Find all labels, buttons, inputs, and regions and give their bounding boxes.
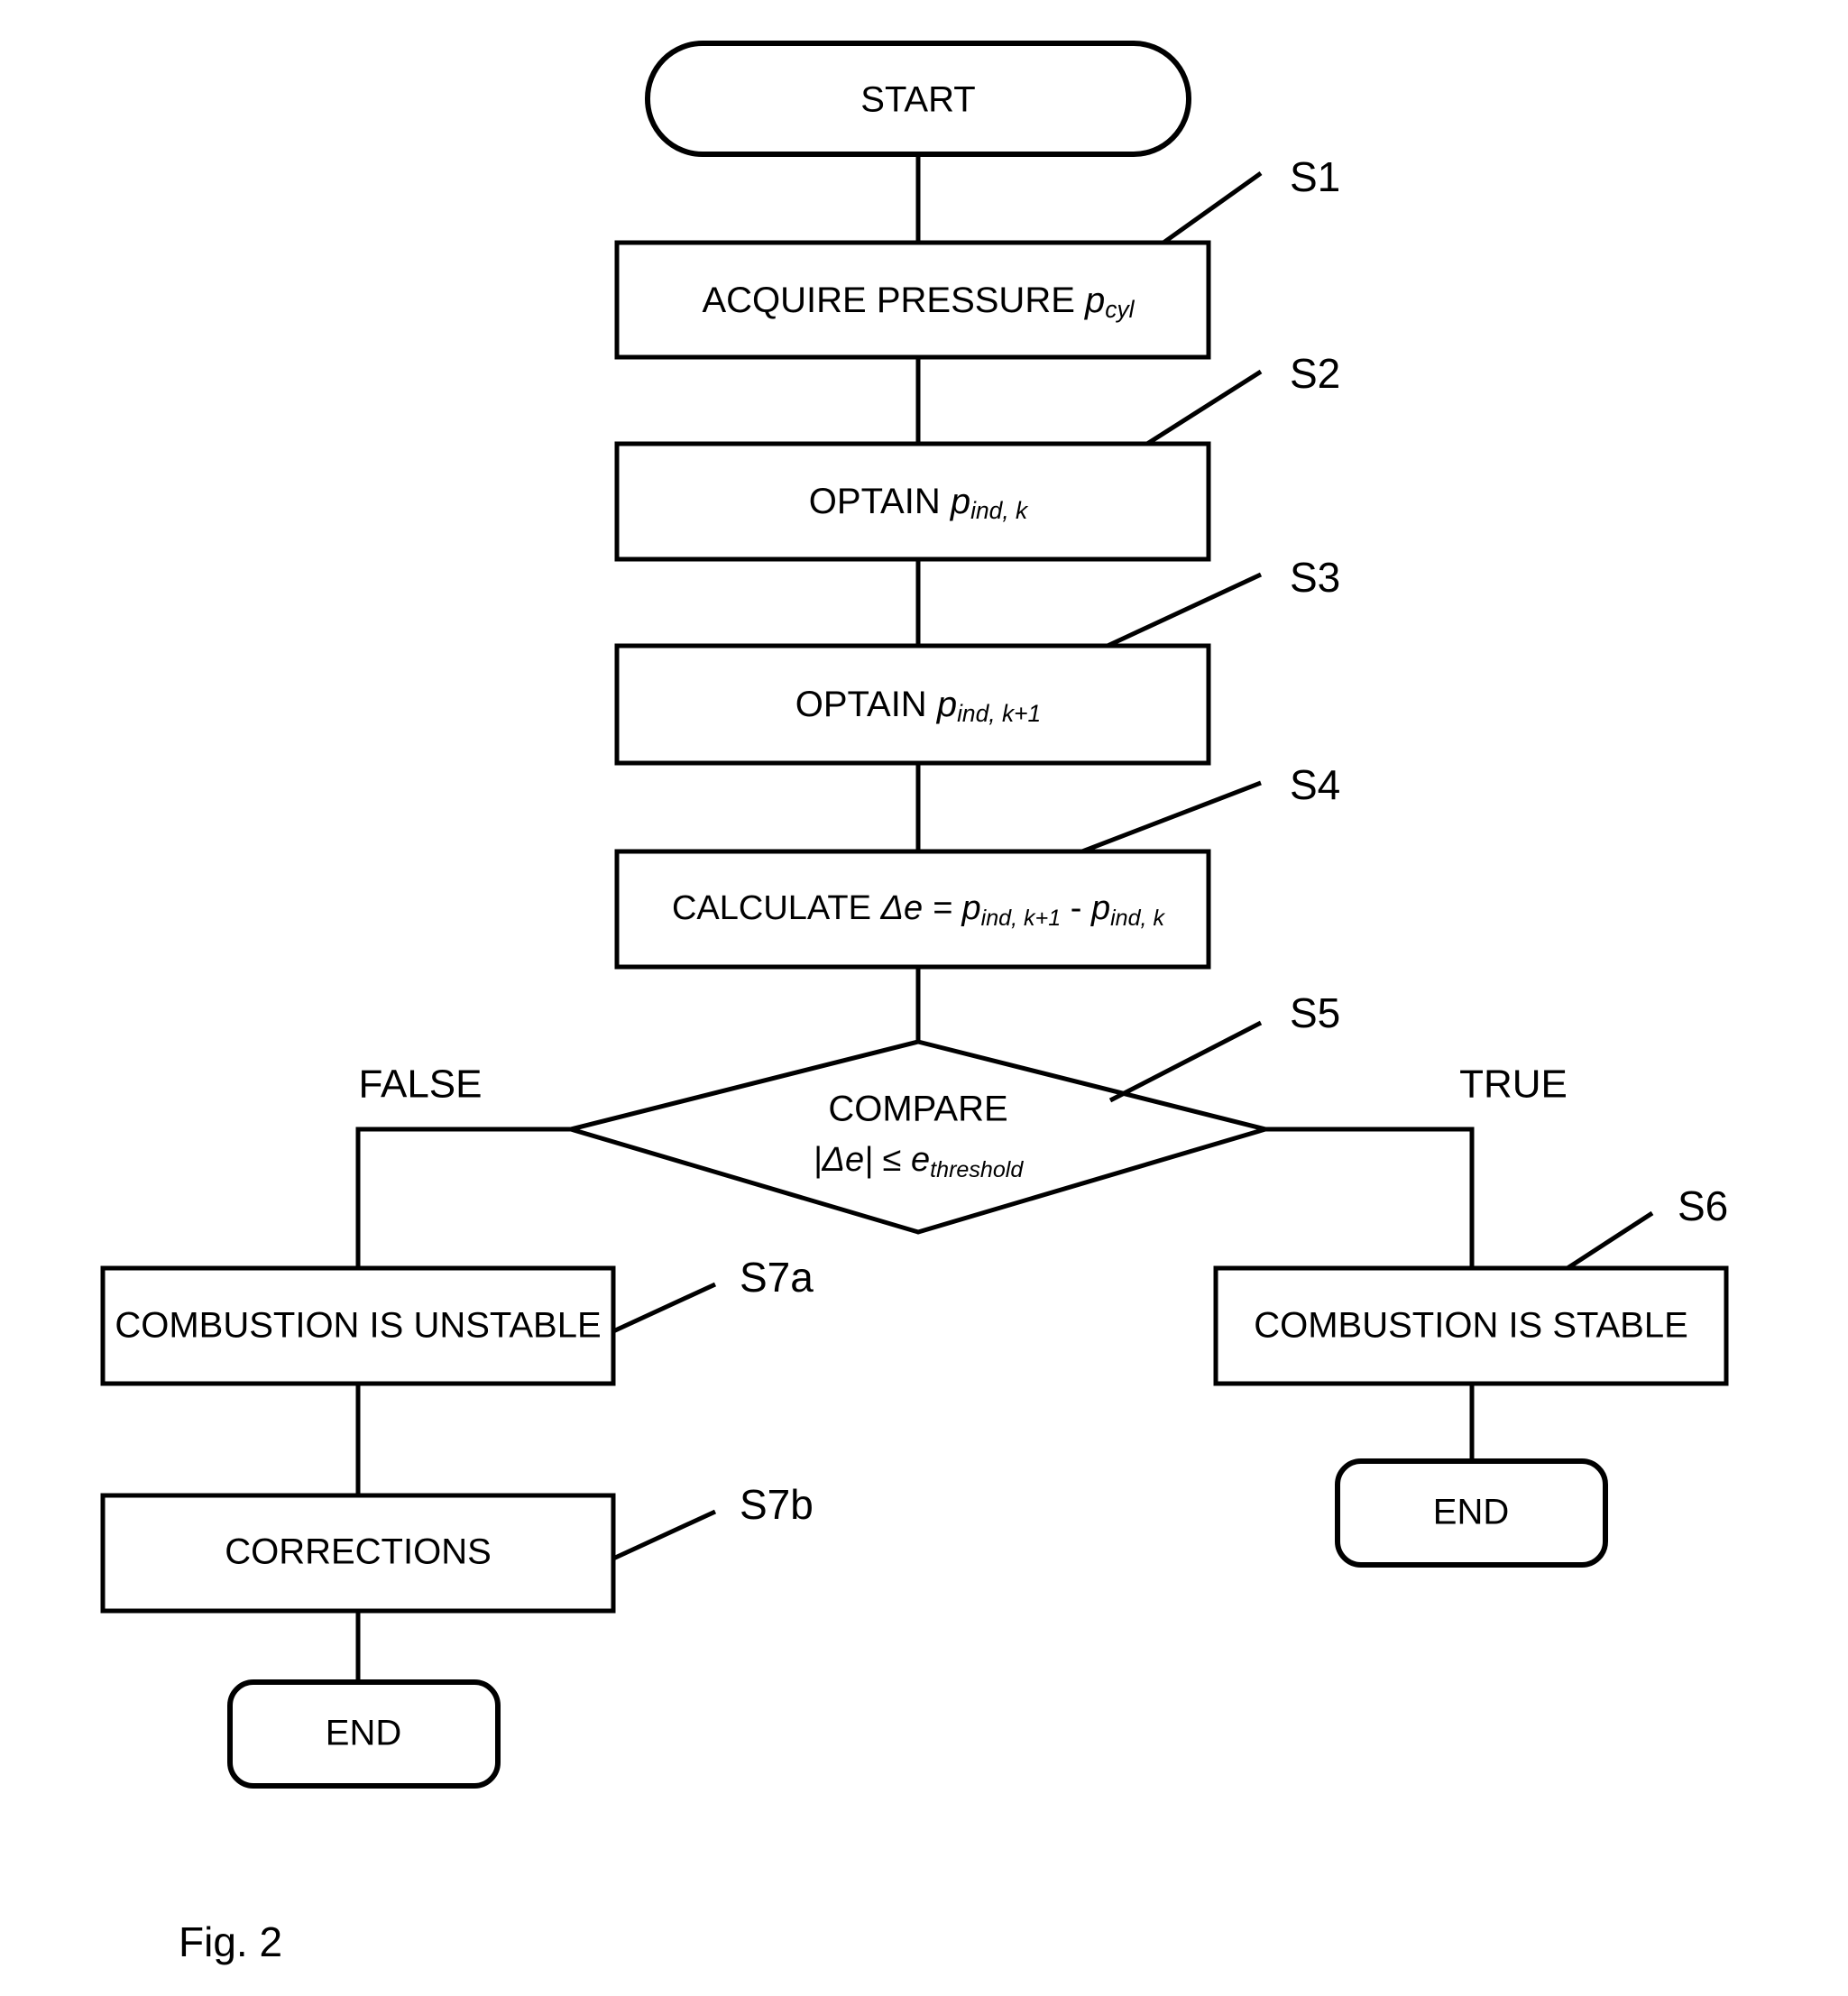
step-tag-s5: S5 <box>1290 989 1340 1036</box>
node-s7b: CORRECTIONS S7b <box>100 1481 814 1614</box>
node-s7a: COMBUSTION IS UNSTABLE S7a <box>100 1254 814 1386</box>
node-s3: OPTAIN pind, k+1 S3 <box>614 554 1340 766</box>
flowchart-diagram: START ACQUIRE PRESSURE pcyl S1 OPTAIN pi… <box>100 41 1729 1965</box>
leader-s2 <box>1145 369 1263 446</box>
leader-s5 <box>1108 1020 1263 1103</box>
s4-label: CALCULATE Δe = pind, k+1 - pind, k <box>672 889 1166 931</box>
figure-caption: Fig. 2 <box>179 1918 282 1965</box>
start-label: START <box>860 80 975 120</box>
s7a-label: COMBUSTION IS UNSTABLE <box>115 1306 601 1346</box>
node-end-left: END <box>227 1679 501 1789</box>
s5-line2-a: |Δe| <box>814 1141 873 1179</box>
leader-s1 <box>1162 170 1263 245</box>
leader-s7a <box>611 1282 717 1334</box>
end-left-label: END <box>326 1714 401 1753</box>
s1-label: ACQUIRE PRESSURE pcyl <box>702 281 1135 323</box>
step-tag-s6: S6 <box>1678 1182 1728 1229</box>
s4-text-var3: p <box>1090 889 1110 927</box>
s3-text-sub: ind, k+1 <box>957 700 1041 727</box>
s7b-label: CORRECTIONS <box>225 1532 492 1572</box>
s5-line2-b: ≤ <box>873 1141 911 1179</box>
s4-text-sub: ind, k+1 <box>981 906 1062 931</box>
s5-line2-c: e <box>911 1141 930 1179</box>
step-tag-s4: S4 <box>1290 761 1340 808</box>
s6-label: COMBUSTION IS STABLE <box>1254 1306 1688 1346</box>
step-tag-s1: S1 <box>1290 153 1340 200</box>
s4-text-main: CALCULATE <box>672 889 881 927</box>
s5-label-line1: COMPARE <box>828 1090 1007 1129</box>
leader-s7b <box>611 1509 717 1561</box>
step-tag-s7a: S7a <box>740 1254 814 1301</box>
s1-text-var: p <box>1084 281 1105 320</box>
connector-s5-false-to-s7a <box>355 1127 571 1268</box>
s2-text-main: OPTAIN <box>809 482 951 521</box>
node-s1: ACQUIRE PRESSURE pcyl S1 <box>614 153 1340 360</box>
s4-text-op: - <box>1061 889 1091 927</box>
s1-text-sub: cyl <box>1105 296 1135 323</box>
s3-text-var: p <box>936 685 957 724</box>
node-s2: OPTAIN pind, k S2 <box>614 350 1340 562</box>
leader-s3 <box>1106 572 1263 648</box>
node-s4: CALCULATE Δe = pind, k+1 - pind, k S4 <box>614 761 1340 970</box>
node-end-right: END <box>1335 1458 1608 1568</box>
s4-text-var2: p <box>961 889 980 927</box>
figure-container: START ACQUIRE PRESSURE pcyl S1 OPTAIN pi… <box>0 0 1848 1996</box>
step-tag-s7b: S7b <box>740 1481 814 1528</box>
s1-text-main: ACQUIRE PRESSURE <box>702 281 1085 320</box>
leader-s4 <box>1081 780 1262 854</box>
branch-label-false: FALSE <box>359 1062 483 1107</box>
leader-s6 <box>1566 1210 1654 1271</box>
step-tag-s2: S2 <box>1290 350 1340 397</box>
branch-label-true: TRUE <box>1459 1062 1568 1107</box>
node-s5: COMPARE |Δe| ≤ ethreshold S5 FALSE TRUE <box>359 989 1568 1235</box>
step-tag-s3: S3 <box>1290 554 1340 601</box>
s4-text-sub2: ind, k <box>1110 906 1165 931</box>
end-right-label: END <box>1433 1493 1509 1532</box>
s2-text-sub: ind, k <box>970 497 1029 524</box>
s4-text-var: Δe = <box>880 889 962 927</box>
s5-shape <box>562 1039 1274 1235</box>
connector-s5-true-to-s6 <box>1265 1127 1475 1268</box>
s2-text-var: p <box>950 482 970 521</box>
node-start: START <box>645 41 1191 157</box>
s5-line2-sub: threshold <box>930 1157 1024 1182</box>
s3-text-main: OPTAIN <box>795 685 937 724</box>
